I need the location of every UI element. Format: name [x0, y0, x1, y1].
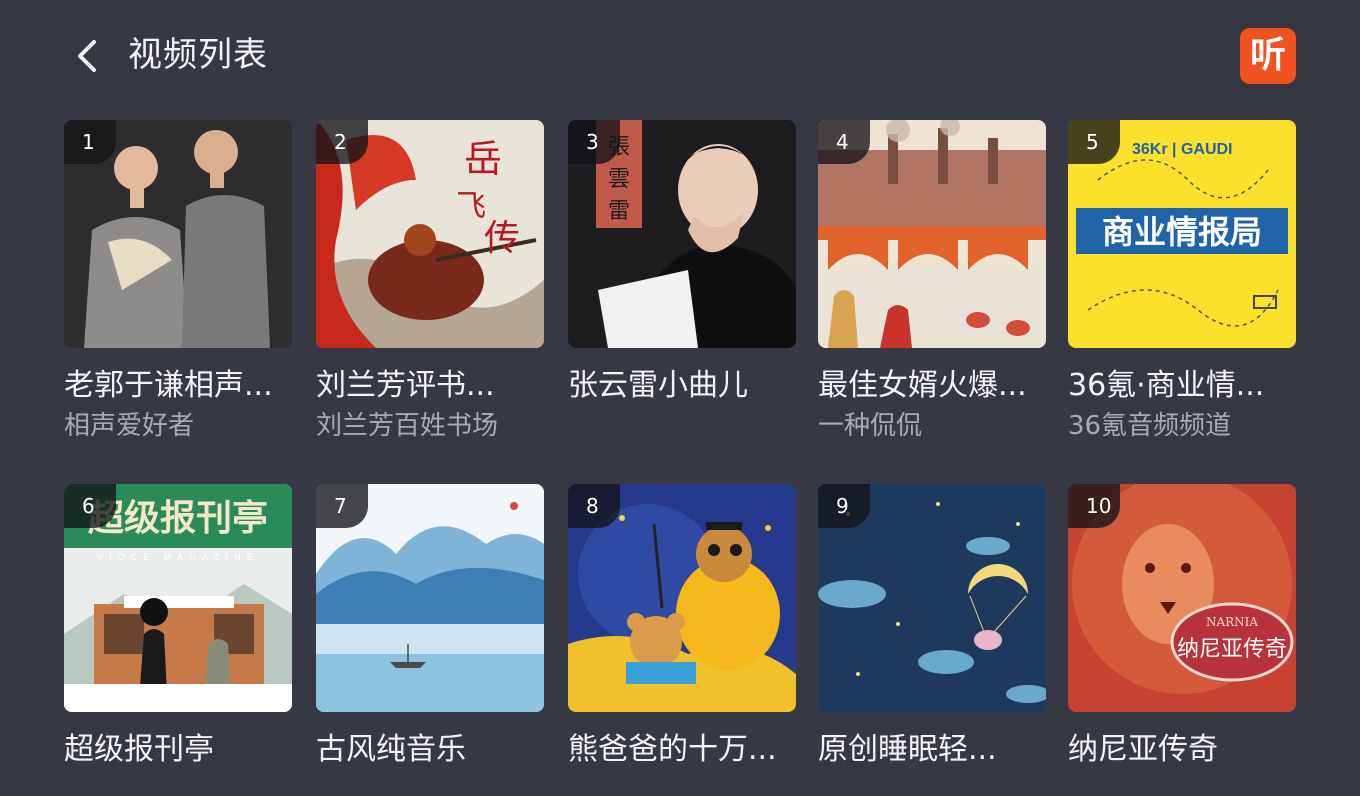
list-item[interactable]: 7 古风纯音乐: [316, 484, 546, 770]
list-item[interactable]: 1 老郭于谦相声... 相声爱好者: [64, 120, 294, 444]
rank-badge: 7: [316, 484, 368, 528]
list-item[interactable]: 36Kr | GAUDI 商业情报局 5 36氪·商业情... 36氪音频频道: [1068, 120, 1298, 444]
list-item[interactable]: 岳 飞 传 2 刘兰芳评书... 刘兰芳百姓书场: [316, 120, 546, 444]
app-logo[interactable]: 听: [1240, 28, 1296, 84]
list-item[interactable]: 4 最佳女婿火爆... 一种侃侃: [818, 120, 1048, 444]
rank-badge: 3: [568, 120, 620, 164]
item-title: 古风纯音乐: [316, 732, 466, 767]
svg-text:雲: 雲: [608, 167, 630, 192]
item-title: 36氪·商业情...: [1068, 368, 1265, 403]
cover-image: 岳 飞 传 2: [316, 120, 544, 348]
item-title: 张云雷小曲儿: [568, 368, 748, 403]
rank-badge: 2: [316, 120, 368, 164]
item-subtitle: 相声爱好者: [64, 411, 195, 441]
item-title: 老郭于谦相声...: [64, 368, 273, 403]
cover-brand: VIOCE MAGAZINE: [97, 552, 259, 562]
list-item[interactable]: 超级报刊亭 VIOCE MAGAZINE 6 超级报刊亭: [64, 484, 294, 770]
cover-image: 9: [818, 484, 1046, 712]
header-bar: 视频列表 听: [0, 0, 1360, 110]
item-subtitle: 一种侃侃: [818, 411, 923, 441]
cover-image: 36Kr | GAUDI 商业情报局 5: [1068, 120, 1296, 348]
cover-image: 1: [64, 120, 292, 348]
cover-title: 纳尼亚传奇: [1177, 637, 1287, 662]
item-title: 刘兰芳评书...: [316, 368, 495, 403]
svg-text:雷: 雷: [608, 199, 630, 224]
list-item[interactable]: 張 雲 雷 3 张云雷小曲儿: [568, 120, 798, 408]
cover-image: 張 雲 雷 3: [568, 120, 796, 348]
chevron-left-icon: [78, 40, 96, 72]
svg-text:传: 传: [484, 218, 520, 259]
cover-image: 8: [568, 484, 796, 712]
rank-badge: 4: [818, 120, 870, 164]
list-item[interactable]: 9 原创睡眠轻...: [818, 484, 1048, 770]
item-title: 最佳女婿火爆...: [818, 368, 1027, 403]
item-title: 超级报刊亭: [64, 732, 214, 767]
cover-calligraphy: 岳: [464, 137, 502, 181]
cover-image: NARNIA 纳尼亚传奇 10: [1068, 484, 1296, 712]
back-button[interactable]: [66, 34, 110, 78]
item-title: 熊爸爸的十万...: [568, 732, 777, 767]
cover-title: 商业情报局: [1102, 213, 1262, 251]
list-item[interactable]: NARNIA 纳尼亚传奇 10 纳尼亚传奇: [1068, 484, 1298, 770]
rank-badge: 9: [818, 484, 870, 528]
cover-brand: NARNIA: [1206, 615, 1258, 629]
rank-badge: 8: [568, 484, 620, 528]
cover-image: 超级报刊亭 VIOCE MAGAZINE 6: [64, 484, 292, 712]
list-item[interactable]: 8 熊爸爸的十万...: [568, 484, 798, 770]
rank-badge: 5: [1068, 120, 1120, 164]
cover-image: 4: [818, 120, 1046, 348]
cover-brand: 36Kr | GAUDI: [1132, 141, 1233, 158]
item-title: 纳尼亚传奇: [1068, 732, 1218, 767]
item-subtitle: 36氪音频频道: [1068, 411, 1232, 441]
item-title: 原创睡眠轻...: [818, 732, 997, 767]
item-subtitle: 刘兰芳百姓书场: [316, 411, 499, 441]
cover-image: 7: [316, 484, 544, 712]
rank-badge: 10: [1068, 484, 1120, 528]
rank-badge: 6: [64, 484, 116, 528]
page-title: 视频列表: [128, 35, 268, 75]
svg-text:飞: 飞: [456, 189, 486, 224]
rank-badge: 1: [64, 120, 116, 164]
